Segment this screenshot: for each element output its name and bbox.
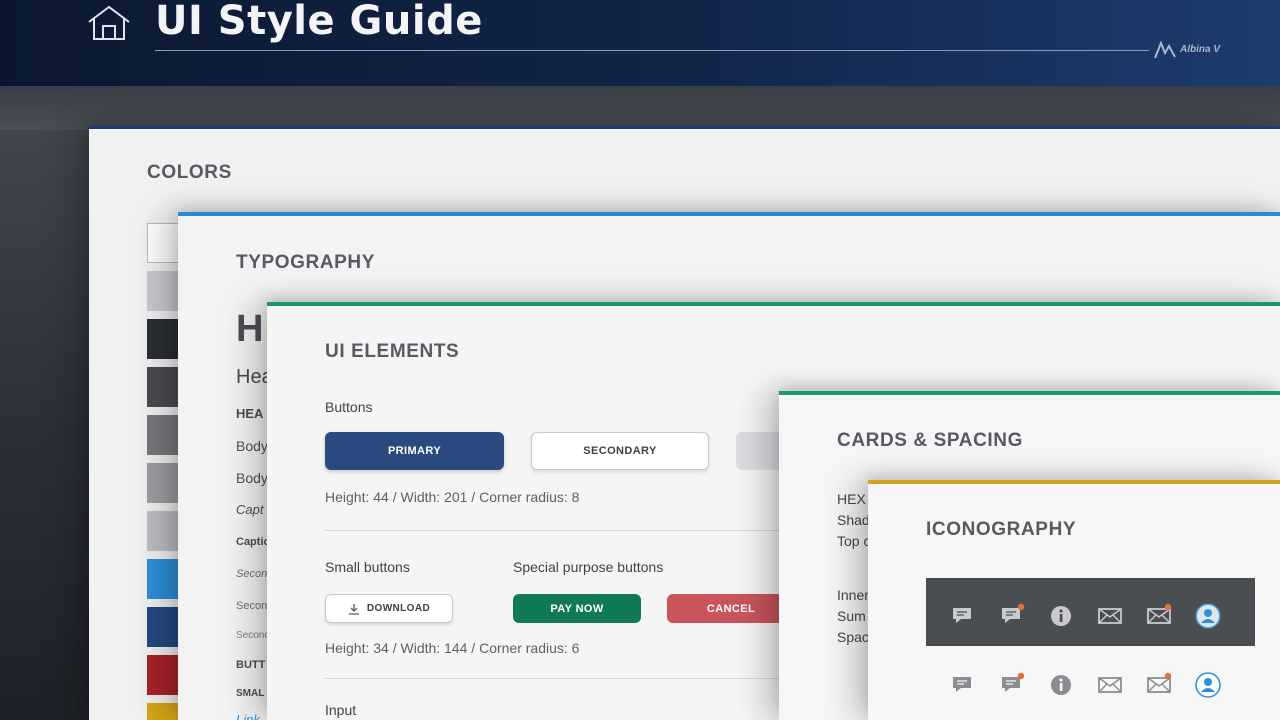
iconography-title: ICONOGRAPHY bbox=[926, 519, 1077, 540]
type-sample-h3: HEA bbox=[236, 406, 264, 421]
card-spec-spacing: Spac bbox=[837, 629, 869, 645]
page-title: UI Style Guide bbox=[155, 0, 483, 44]
section-divider bbox=[325, 530, 785, 531]
header-bar: UI Style Guide Albina V bbox=[0, 0, 1280, 86]
color-swatch[interactable] bbox=[147, 463, 181, 503]
chat-notification-icon[interactable] bbox=[999, 603, 1025, 629]
color-swatch[interactable] bbox=[147, 415, 181, 455]
input-label: Input bbox=[325, 702, 357, 718]
typography-title: TYPOGRAPHY bbox=[236, 252, 376, 273]
primary-button[interactable]: PRIMARY bbox=[325, 432, 504, 470]
type-sample-h2: Hea bbox=[236, 366, 268, 388]
color-swatch[interactable] bbox=[147, 271, 181, 311]
info-icon[interactable] bbox=[1048, 603, 1074, 629]
small-buttons-dimensions: Height: 34 / Width: 144 / Corner radius:… bbox=[325, 640, 580, 656]
author-name: Albina V bbox=[1180, 44, 1221, 55]
type-sample-h1: H bbox=[236, 308, 264, 350]
cards-title: CARDS & SPACING bbox=[837, 430, 1023, 451]
color-swatch[interactable] bbox=[147, 655, 181, 695]
colors-title: COLORS bbox=[147, 162, 232, 183]
type-sample-secondary1: Secon bbox=[236, 568, 268, 580]
user-icon[interactable] bbox=[1195, 672, 1221, 698]
download-button[interactable]: DOWNLOAD bbox=[325, 594, 453, 623]
buttons-dimensions: Height: 44 / Width: 201 / Corner radius:… bbox=[325, 489, 580, 505]
download-icon bbox=[348, 603, 359, 615]
card-spec-hex: HEX bbox=[837, 491, 866, 507]
card-spec-top: Top c bbox=[837, 533, 869, 549]
type-sample-caption-bold: Captio bbox=[236, 536, 268, 548]
color-swatch[interactable] bbox=[147, 367, 181, 407]
type-sample-secondary2: Secon bbox=[236, 600, 268, 612]
color-swatch[interactable] bbox=[147, 319, 181, 359]
type-sample-small: SMAL bbox=[236, 688, 265, 699]
type-sample-link[interactable]: Link bbox=[236, 712, 268, 720]
mail-notification-icon[interactable] bbox=[1146, 603, 1172, 629]
mail-icon[interactable] bbox=[1097, 672, 1123, 698]
card-spec-sum: Sum bbox=[837, 608, 866, 624]
type-sample-body2: Body bbox=[236, 470, 268, 486]
small-buttons-label: Small buttons bbox=[325, 559, 410, 575]
section-divider bbox=[325, 678, 785, 679]
home-icon[interactable] bbox=[86, 4, 132, 42]
pay-now-button[interactable]: PAY NOW bbox=[513, 594, 641, 623]
special-buttons-label: Special purpose buttons bbox=[513, 559, 664, 575]
author-logo-icon bbox=[1154, 41, 1176, 59]
color-swatch[interactable] bbox=[147, 223, 181, 263]
color-swatch[interactable] bbox=[147, 559, 181, 599]
type-sample-caption: Capt bbox=[236, 502, 264, 517]
secondary-button[interactable]: SECONDARY bbox=[531, 432, 709, 470]
buttons-label: Buttons bbox=[325, 399, 373, 415]
color-swatch[interactable] bbox=[147, 703, 181, 720]
user-icon[interactable] bbox=[1195, 603, 1221, 629]
cancel-button[interactable]: CANCEL bbox=[667, 594, 795, 623]
ui-elements-title: UI ELEMENTS bbox=[325, 341, 460, 362]
chat-notification-icon[interactable] bbox=[999, 672, 1025, 698]
mail-icon[interactable] bbox=[1097, 603, 1123, 629]
backdrop-shade bbox=[0, 86, 1280, 130]
info-icon[interactable] bbox=[1048, 672, 1074, 698]
type-sample-secondary3: Seconc bbox=[236, 630, 268, 641]
color-swatch[interactable] bbox=[147, 511, 181, 551]
title-divider bbox=[155, 50, 1149, 51]
iconography-panel: ICONOGRAPHY bbox=[868, 480, 1280, 720]
card-spec-inner: Inner bbox=[837, 587, 869, 603]
chat-icon[interactable] bbox=[950, 603, 976, 629]
chat-icon[interactable] bbox=[950, 672, 976, 698]
type-sample-body1: Body bbox=[236, 438, 268, 454]
download-label: DOWNLOAD bbox=[366, 603, 431, 614]
type-sample-button: BUTT bbox=[236, 659, 266, 671]
mail-notification-icon[interactable] bbox=[1146, 672, 1172, 698]
color-swatch[interactable] bbox=[147, 607, 181, 647]
card-spec-shadow: Shad bbox=[837, 512, 869, 528]
